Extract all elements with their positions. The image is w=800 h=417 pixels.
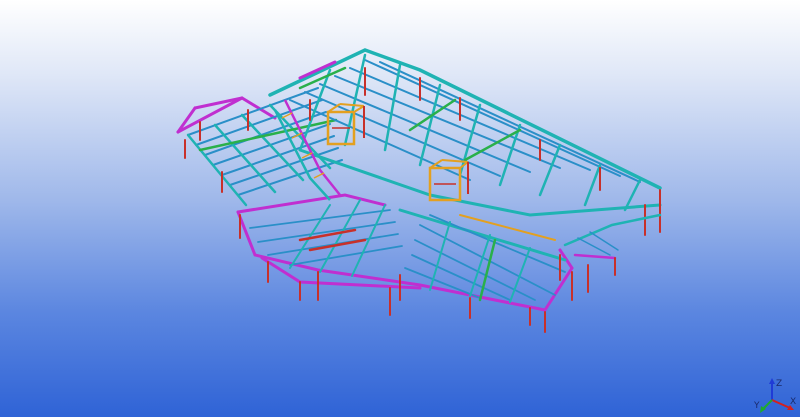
3d-viewport[interactable]: Z X Y	[0, 0, 800, 417]
axis-triad[interactable]: Z X Y	[753, 378, 796, 413]
z-arrow-icon	[769, 378, 775, 384]
stair-tower-lower	[428, 159, 469, 202]
front-canopy-frame	[236, 193, 662, 333]
y-axis-label: Y	[753, 401, 760, 411]
x-axis-label: X	[790, 397, 796, 407]
z-axis-label: Z	[776, 379, 782, 389]
structural-model[interactable]: Z X Y	[0, 0, 800, 417]
x-axis-icon	[771, 399, 791, 409]
